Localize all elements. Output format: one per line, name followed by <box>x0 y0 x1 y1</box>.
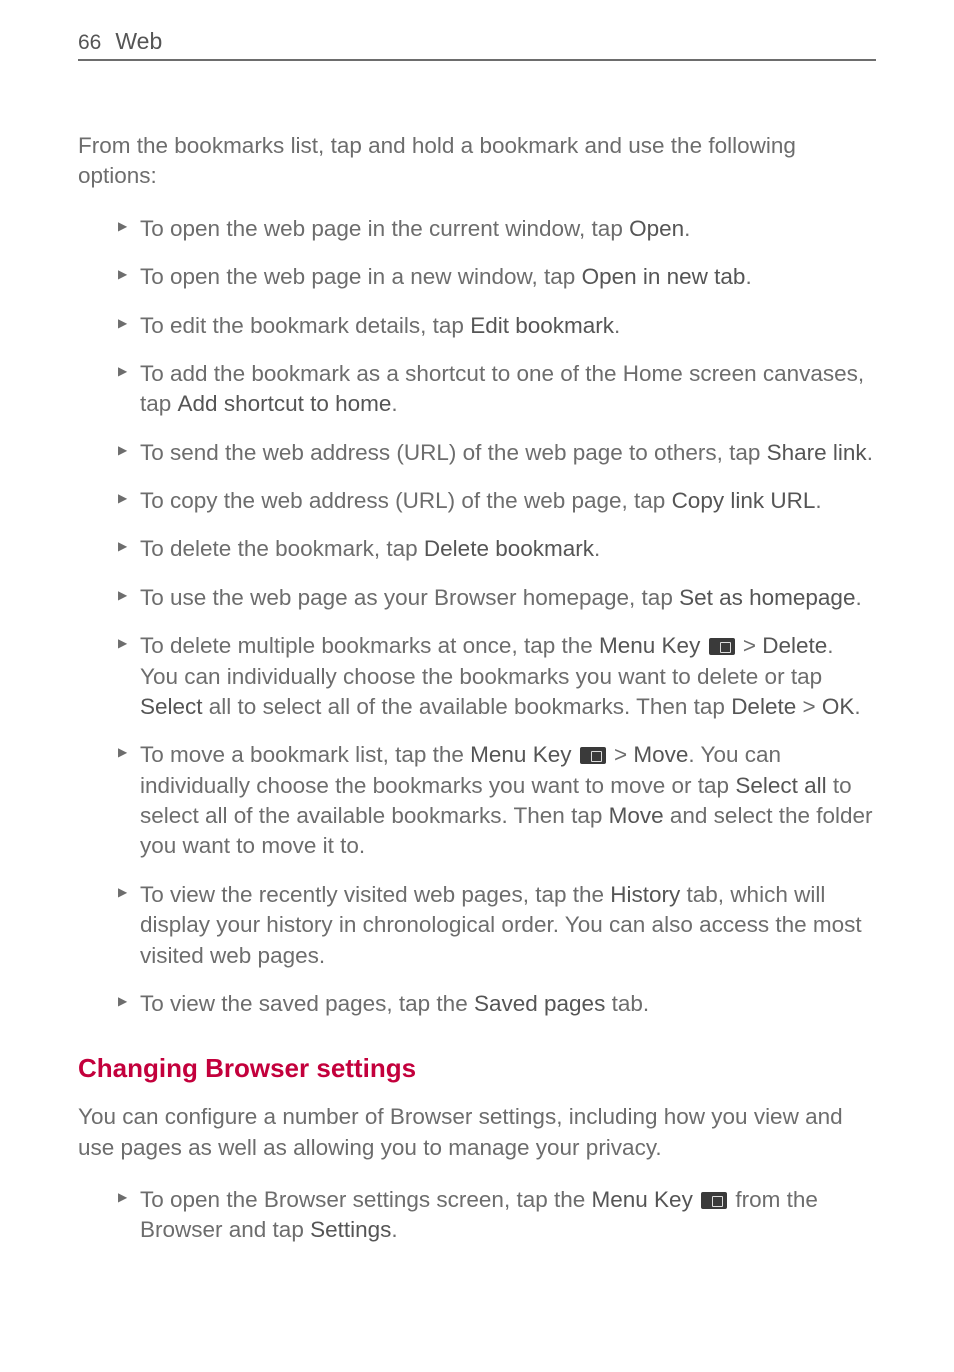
item-text: To open the web page in the current wind… <box>140 216 629 241</box>
section-title: Web <box>115 28 162 55</box>
intro-paragraph: From the bookmarks list, tap and hold a … <box>78 131 876 192</box>
item-bold: Move <box>609 803 664 828</box>
item-bold: Delete <box>762 633 827 658</box>
page-number: 66 <box>78 31 101 55</box>
list-item: To open the Browser settings screen, tap… <box>118 1185 876 1246</box>
list-item: To move a bookmark list, tap the Menu Ke… <box>118 740 876 862</box>
item-bold: Move <box>633 742 688 767</box>
item-bold: Settings <box>310 1217 391 1242</box>
item-text: To edit the bookmark details, tap <box>140 313 470 338</box>
settings-list: To open the Browser settings screen, tap… <box>78 1185 876 1246</box>
item-text: . <box>594 536 600 561</box>
list-item: To copy the web address (URL) of the web… <box>118 486 876 516</box>
item-bold: Open <box>629 216 684 241</box>
item-bold: Menu Key <box>470 742 571 767</box>
item-bold: Delete <box>731 694 796 719</box>
menu-key-icon <box>580 747 606 764</box>
item-bold: Select <box>140 694 203 719</box>
item-text: To open the Browser settings screen, tap… <box>140 1187 592 1212</box>
list-item: To edit the bookmark details, tap Edit b… <box>118 311 876 341</box>
item-text: all to select all of the available bookm… <box>203 694 732 719</box>
item-bold: Menu Key <box>599 633 700 658</box>
item-bold: Share link <box>767 440 867 465</box>
item-bold: Add shortcut to home <box>178 391 392 416</box>
item-text: . <box>684 216 690 241</box>
list-item: To open the web page in the current wind… <box>118 214 876 244</box>
item-text: To open the web page in a new window, ta… <box>140 264 582 289</box>
item-bold: Set as homepage <box>679 585 855 610</box>
item-text: To send the web address (URL) of the web… <box>140 440 767 465</box>
item-bold: History <box>610 882 680 907</box>
item-text: tab. <box>605 991 649 1016</box>
item-text: To delete the bookmark, tap <box>140 536 424 561</box>
item-text: . <box>745 264 751 289</box>
section-heading-browser-settings: Changing Browser settings <box>78 1053 876 1084</box>
item-bold: Menu Key <box>592 1187 693 1212</box>
item-text: . <box>855 585 861 610</box>
item-bold: Copy link URL <box>672 488 816 513</box>
item-text: To copy the web address (URL) of the web… <box>140 488 672 513</box>
manual-page: 66 Web From the bookmarks list, tap and … <box>0 0 954 1304</box>
item-bold: Edit bookmark <box>470 313 614 338</box>
item-bold: OK <box>822 694 855 719</box>
item-text: . <box>391 1217 397 1242</box>
item-text: . <box>391 391 397 416</box>
list-item: To delete multiple bookmarks at once, ta… <box>118 631 876 722</box>
item-text: . <box>815 488 821 513</box>
item-text: To use the web page as your Browser home… <box>140 585 679 610</box>
item-bold: Delete bookmark <box>424 536 594 561</box>
settings-paragraph: You can configure a number of Browser se… <box>78 1102 876 1163</box>
menu-key-icon <box>701 1192 727 1209</box>
item-text: > <box>737 633 763 658</box>
list-item: To send the web address (URL) of the web… <box>118 438 876 468</box>
list-item: To add the bookmark as a shortcut to one… <box>118 359 876 420</box>
item-text: To move a bookmark list, tap the <box>140 742 470 767</box>
list-item: To delete the bookmark, tap Delete bookm… <box>118 534 876 564</box>
item-bold: Saved pages <box>474 991 605 1016</box>
menu-key-icon <box>709 638 735 655</box>
item-text: . <box>854 694 860 719</box>
item-text: > <box>608 742 634 767</box>
item-text: To delete multiple bookmarks at once, ta… <box>140 633 599 658</box>
item-text: To view the saved pages, tap the <box>140 991 474 1016</box>
item-text: > <box>796 694 822 719</box>
page-header: 66 Web <box>78 28 876 61</box>
list-item: To open the web page in a new window, ta… <box>118 262 876 292</box>
item-text: To view the recently visited web pages, … <box>140 882 610 907</box>
list-item: To view the saved pages, tap the Saved p… <box>118 989 876 1019</box>
list-item: To view the recently visited web pages, … <box>118 880 876 971</box>
item-text: . <box>614 313 620 338</box>
item-bold: Select all <box>735 773 826 798</box>
list-item: To use the web page as your Browser home… <box>118 583 876 613</box>
item-bold: Open in new tab <box>582 264 746 289</box>
bookmark-options-list: To open the web page in the current wind… <box>78 214 876 1020</box>
item-text: . <box>867 440 873 465</box>
